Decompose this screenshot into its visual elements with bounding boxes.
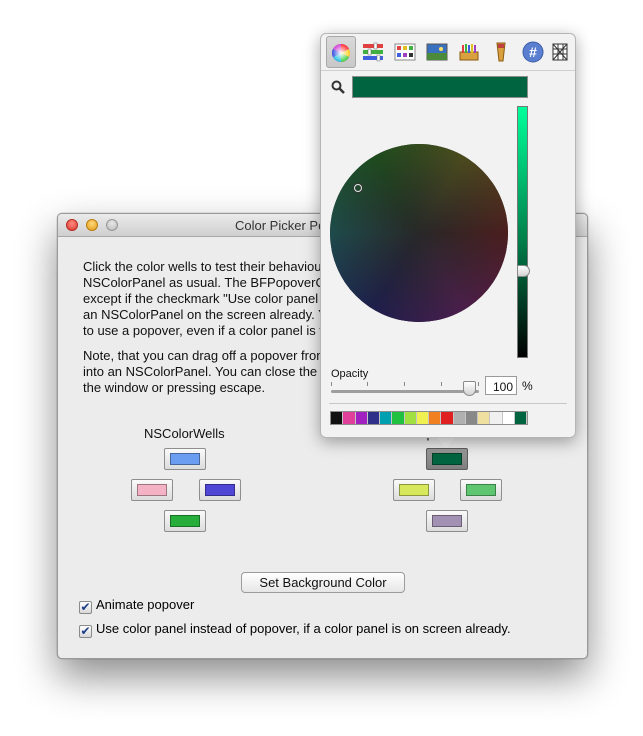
color-mode-toolbar: # <box>321 34 575 71</box>
well-swatch <box>205 484 235 496</box>
color-well-left-bottom[interactable] <box>164 510 206 532</box>
swatch-chip[interactable] <box>404 412 417 424</box>
swatch-chip[interactable] <box>465 412 478 424</box>
use-color-panel-label: Use color panel instead of popover, if a… <box>96 621 511 636</box>
web-palette-tab[interactable] <box>549 36 573 68</box>
opacity-slider-knob[interactable] <box>463 381 476 396</box>
well-swatch <box>399 484 429 496</box>
swatch-chip[interactable] <box>380 412 393 424</box>
popover-color-well-left[interactable] <box>393 479 435 501</box>
opacity-tick <box>331 382 332 386</box>
opacity-slider[interactable] <box>331 390 479 393</box>
opacity-value-field[interactable] <box>485 376 517 395</box>
well-swatch <box>170 453 200 465</box>
color-wheel[interactable] <box>330 144 508 322</box>
search-icon[interactable] <box>331 80 345 94</box>
well-swatch <box>137 484 167 496</box>
opacity-tick <box>441 382 442 386</box>
swatch-chip[interactable] <box>343 412 356 424</box>
selected-color-preview[interactable] <box>352 76 528 98</box>
image-palettes-icon <box>426 43 448 61</box>
color-palettes-tab[interactable] <box>390 36 420 68</box>
color-wheel-tab[interactable] <box>326 36 356 68</box>
pencils-tab[interactable] <box>486 36 516 68</box>
set-background-color-button[interactable]: Set Background Color <box>241 572 405 593</box>
brightness-slider-knob[interactable] <box>517 265 530 277</box>
popover-color-well-top[interactable] <box>426 448 468 470</box>
minimize-button[interactable] <box>86 219 98 231</box>
color-palettes-icon <box>394 43 416 61</box>
well-swatch <box>170 515 200 527</box>
opacity-label: Opacity <box>331 368 369 380</box>
swatch-chip[interactable] <box>490 412 503 424</box>
color-sliders-tab[interactable] <box>358 36 388 68</box>
opacity-tick <box>367 382 368 386</box>
swatch-chip[interactable] <box>416 412 429 424</box>
swatch-chip[interactable] <box>502 412 515 424</box>
color-sliders-icon <box>363 42 383 62</box>
swatch-chip[interactable] <box>478 412 491 424</box>
hex-color-icon: # <box>522 41 544 63</box>
crayons-tab[interactable] <box>454 36 484 68</box>
close-button[interactable] <box>66 219 78 231</box>
swatch-chip[interactable] <box>331 412 344 424</box>
swatch-chip[interactable] <box>429 412 442 424</box>
animate-popover-row[interactable]: ✔ Animate popover <box>79 597 195 614</box>
color-wheel-cursor[interactable] <box>354 184 362 192</box>
color-well-left-left[interactable] <box>131 479 173 501</box>
crayons-icon <box>459 44 479 61</box>
use-color-panel-row[interactable]: ✔ Use color panel instead of popover, if … <box>79 621 511 638</box>
color-wheel-icon <box>332 44 350 62</box>
swatch-chip[interactable] <box>441 412 454 424</box>
well-swatch <box>432 453 462 465</box>
svg-text:#: # <box>529 44 537 60</box>
popover-color-well-right[interactable] <box>460 479 502 501</box>
opacity-tick <box>404 382 405 386</box>
pencils-icon <box>496 42 506 62</box>
color-well-left-right[interactable] <box>199 479 241 501</box>
opacity-unit: % <box>522 379 533 393</box>
use-color-panel-checkbox[interactable]: ✔ <box>79 625 92 638</box>
brightness-slider[interactable] <box>517 106 528 358</box>
swatch-chip[interactable] <box>355 412 368 424</box>
web-palette-icon <box>552 43 568 61</box>
swatch-chip[interactable] <box>453 412 466 424</box>
well-swatch <box>466 484 496 496</box>
swatch-chip[interactable] <box>514 412 527 424</box>
hex-color-tab[interactable]: # <box>518 36 548 68</box>
animate-popover-checkbox[interactable]: ✔ <box>79 601 92 614</box>
animate-popover-label: Animate popover <box>96 597 195 612</box>
well-swatch <box>432 515 462 527</box>
swatch-chip[interactable] <box>367 412 380 424</box>
color-wheel-shading <box>330 144 508 322</box>
nscolorwells-label: NSColorWells <box>144 426 225 441</box>
zoom-button[interactable] <box>106 219 118 231</box>
swatch-chip[interactable] <box>392 412 405 424</box>
divider <box>329 403 567 404</box>
swatch-palette[interactable] <box>330 411 528 425</box>
image-palettes-tab[interactable] <box>422 36 452 68</box>
opacity-tick <box>478 382 479 386</box>
popover-color-well-bottom[interactable] <box>426 510 468 532</box>
color-well-left-top[interactable] <box>164 448 206 470</box>
color-picker-popover: # Opacity % <box>320 33 576 438</box>
